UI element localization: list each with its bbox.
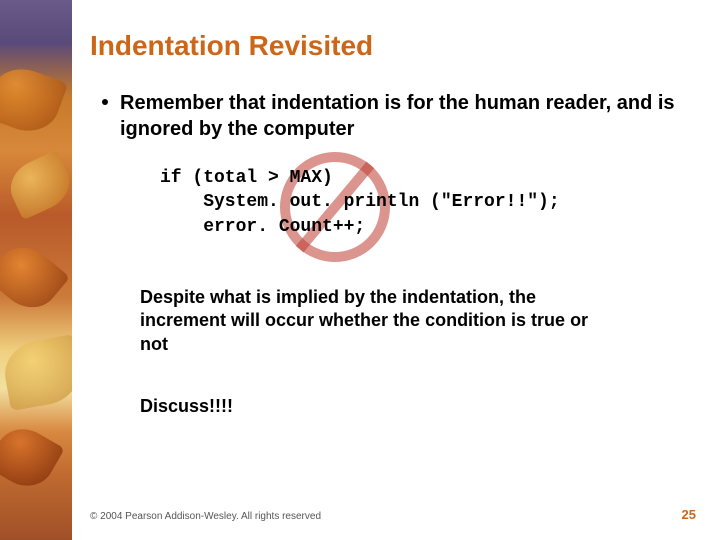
bullet-item: Remember that indentation is for the hum… (102, 90, 690, 142)
bullet-dot-icon (102, 99, 108, 105)
leaf-decoration (0, 236, 70, 320)
leaf-decoration (0, 419, 65, 497)
slide-title: Indentation Revisited (90, 30, 690, 62)
leaf-decoration (0, 60, 68, 140)
leaf-decoration (0, 334, 72, 411)
code-example: if (total > MAX) System. out. println ("… (160, 166, 690, 256)
decorative-sidebar (0, 0, 72, 540)
page-number: 25 (682, 507, 696, 522)
copyright-footer: © 2004 Pearson Addison-Wesley. All right… (90, 511, 321, 522)
leaf-decoration (2, 150, 72, 221)
followup-text: Despite what is implied by the indentati… (140, 286, 620, 356)
discuss-text: Discuss!!!! (140, 396, 690, 417)
code-text: if (total > MAX) System. out. println ("… (160, 166, 690, 239)
slide-content: Indentation Revisited Remember that inde… (90, 30, 690, 510)
bullet-text: Remember that indentation is for the hum… (120, 90, 690, 142)
